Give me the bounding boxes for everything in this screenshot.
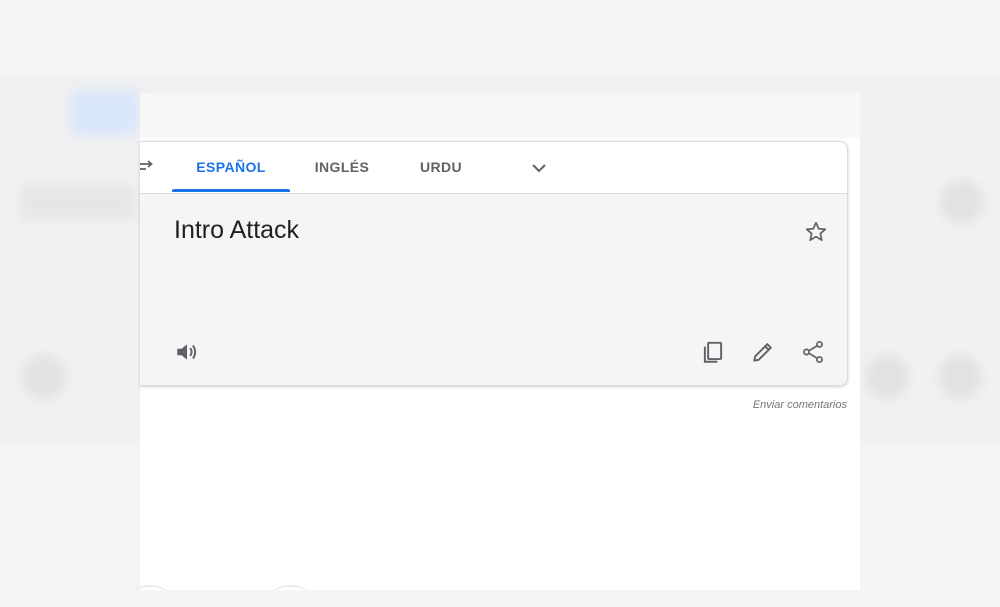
edit-translation-button[interactable]	[750, 339, 776, 365]
blurred-button	[938, 355, 982, 399]
translation-output-card: ESPAÑOL INGLÉS URDU Intro Attack	[140, 141, 848, 386]
share-translation-button[interactable]	[800, 339, 826, 365]
target-language-tabs: ESPAÑOL INGLÉS URDU	[140, 142, 847, 194]
tab-espanol[interactable]: ESPAÑOL	[172, 142, 290, 193]
active-tab-indicator	[172, 189, 290, 192]
blurred-button	[940, 180, 984, 224]
blurred-logo	[70, 90, 140, 135]
star-outline-icon	[805, 221, 827, 241]
blurred-button	[22, 355, 66, 399]
speaker-icon	[177, 344, 197, 360]
tab-ingles[interactable]: INGLÉS	[298, 142, 386, 193]
tab-urdu[interactable]: URDU	[402, 142, 480, 193]
chevron-down-icon[interactable]	[530, 159, 548, 177]
translation-result-text: Intro Attack	[174, 216, 300, 244]
send-feedback-link[interactable]: Enviar comentarios	[660, 399, 847, 411]
copy-icon	[703, 341, 723, 363]
blurred-button	[865, 355, 909, 399]
listen-button[interactable]	[174, 339, 200, 365]
blurred-arc	[270, 585, 310, 607]
blurred-arc	[130, 585, 170, 607]
swap-languages-icon[interactable]	[140, 158, 154, 174]
copy-translation-button[interactable]	[700, 339, 726, 365]
panel-header-strip	[140, 93, 860, 138]
save-translation-button[interactable]	[803, 219, 829, 245]
blurred-title	[20, 185, 135, 220]
share-icon	[803, 340, 823, 364]
pencil-icon	[753, 343, 772, 362]
